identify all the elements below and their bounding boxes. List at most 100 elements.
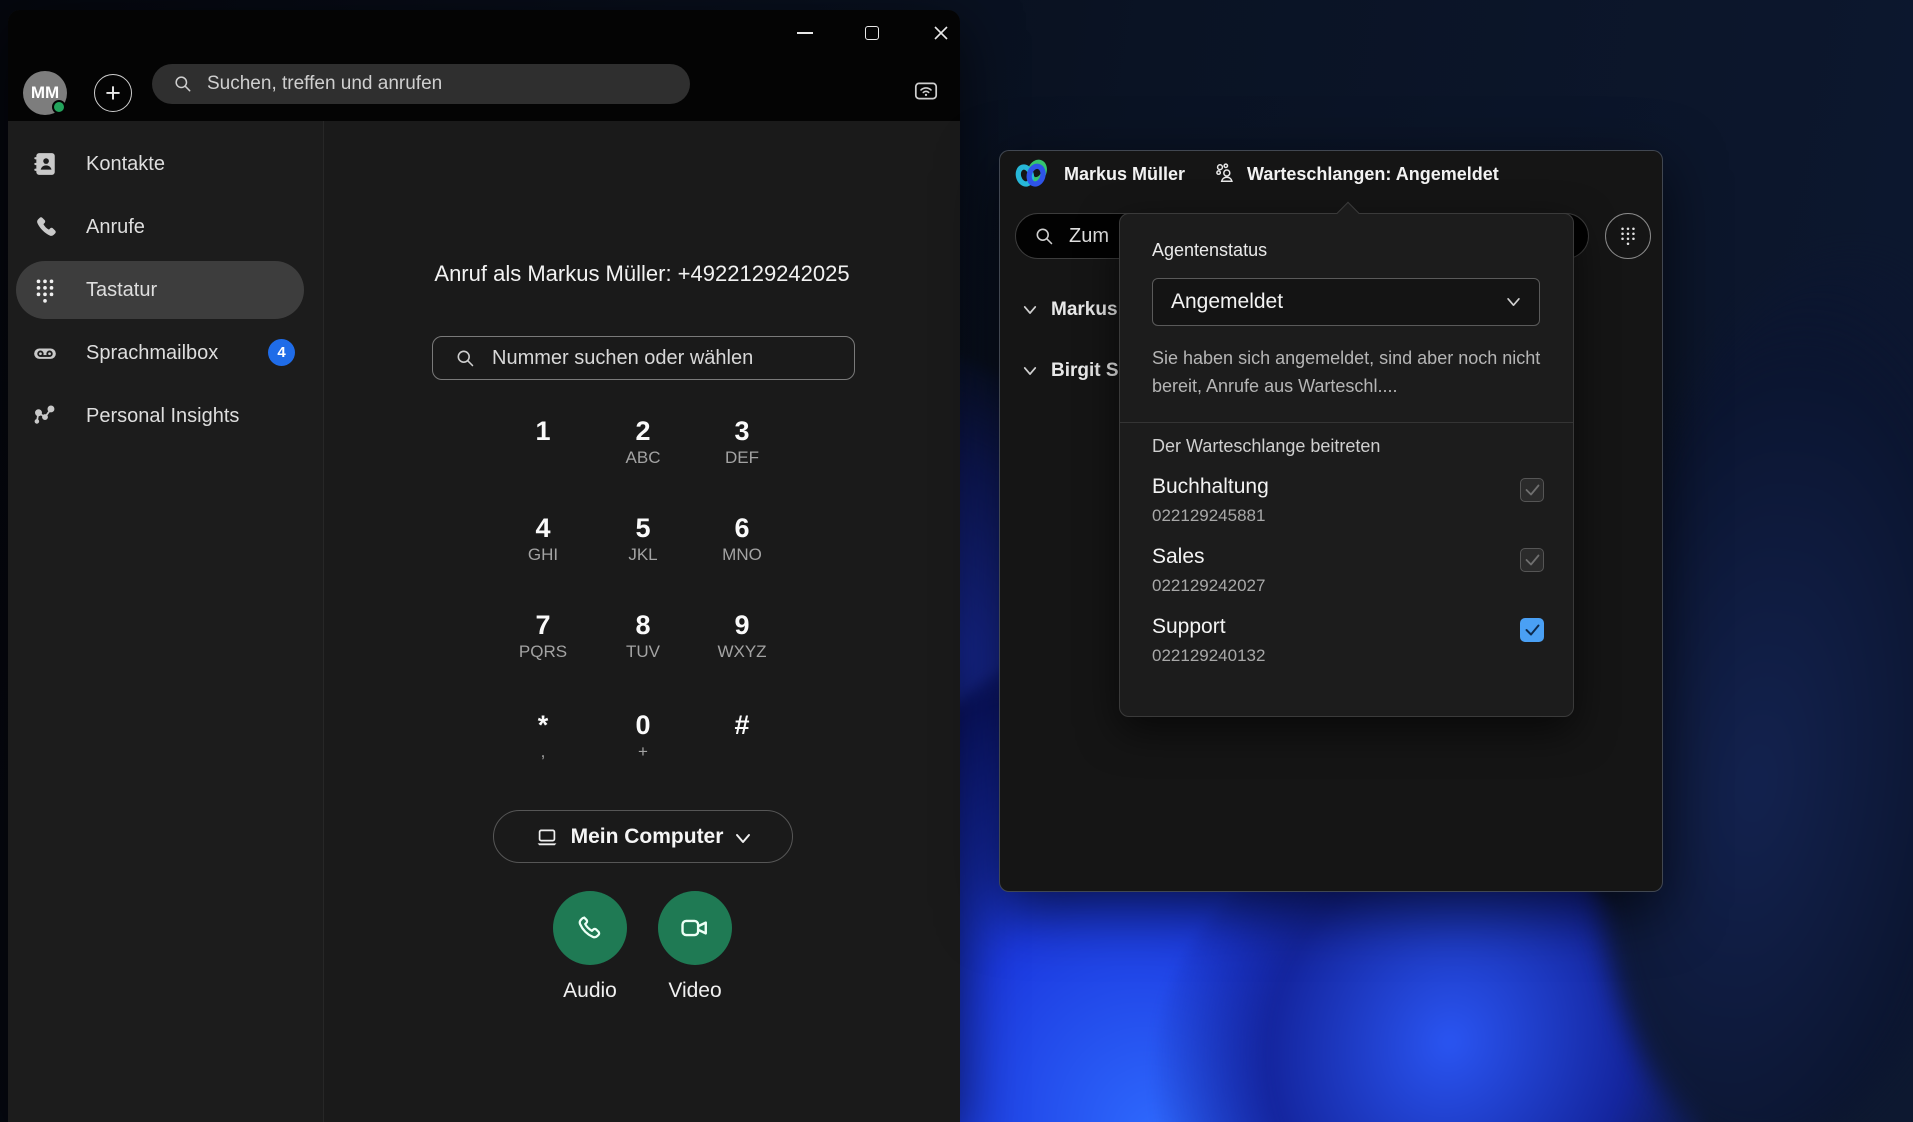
add-button[interactable]: + bbox=[94, 74, 132, 112]
key-digit: 4 bbox=[493, 513, 593, 543]
queue-window-header: Markus Müller Warteschlangen: Angemeldet bbox=[1000, 151, 1662, 197]
key-letters: ABC bbox=[593, 446, 693, 470]
key-digit: 0 bbox=[593, 710, 693, 740]
key-digit: 9 bbox=[692, 610, 792, 640]
key-letters: , bbox=[493, 740, 593, 764]
queue-checkbox[interactable] bbox=[1520, 478, 1544, 502]
dialpad-key-6[interactable]: 6MNO bbox=[692, 513, 792, 567]
sidebar-item-tastatur[interactable]: Tastatur bbox=[16, 261, 304, 319]
queue-name: Sales bbox=[1152, 544, 1544, 570]
agent-status-description: Sie haben sich angemeldet, sind aber noc… bbox=[1152, 344, 1544, 400]
queue-number: 022129240132 bbox=[1152, 644, 1544, 668]
dialpad-key-star[interactable]: *, bbox=[493, 710, 593, 764]
key-digit: * bbox=[493, 710, 593, 740]
sidebar-item-label: Sprachmailbox bbox=[86, 342, 218, 365]
chevron-down-icon bbox=[1023, 305, 1037, 315]
device-selector-button[interactable]: Mein Computer bbox=[493, 810, 793, 863]
key-letters: + bbox=[593, 740, 693, 764]
key-letters: DEF bbox=[692, 446, 792, 470]
global-search-placeholder: Suchen, treffen und anrufen bbox=[207, 73, 442, 95]
key-letters: WXYZ bbox=[692, 640, 792, 664]
key-letters bbox=[692, 740, 792, 764]
sidebar-item-label: Tastatur bbox=[86, 279, 157, 302]
popover-caret bbox=[1337, 202, 1360, 225]
key-letters: TUV bbox=[593, 640, 693, 664]
minimize-icon bbox=[797, 32, 813, 34]
dialpad-key-8[interactable]: 8TUV bbox=[593, 610, 693, 664]
handset-icon bbox=[573, 911, 607, 945]
sidebar: Kontakte Anrufe Tastatur Sprachmailbox bbox=[8, 121, 324, 1122]
check-icon bbox=[1525, 484, 1540, 496]
audio-button-label: Audio bbox=[553, 979, 627, 1003]
queue-checkbox[interactable] bbox=[1520, 548, 1544, 572]
device-selector-label: Mein Computer bbox=[571, 825, 724, 849]
global-search-input[interactable]: Suchen, treffen und anrufen bbox=[152, 64, 690, 104]
chevron-down-icon bbox=[1506, 297, 1521, 307]
dialpad-key-4[interactable]: 4GHI bbox=[493, 513, 593, 567]
search-icon bbox=[1034, 226, 1055, 247]
webex-logo bbox=[1014, 156, 1050, 192]
key-digit: 1 bbox=[493, 416, 593, 446]
contact-name: Markus bbox=[1051, 299, 1118, 321]
queue-status-button[interactable]: Warteschlangen: Angemeldet bbox=[1213, 162, 1499, 186]
queue-row-support: Support 022129240132 bbox=[1152, 614, 1544, 676]
queue-status-label: Warteschlangen: Angemeldet bbox=[1247, 164, 1499, 185]
sidebar-item-label: Personal Insights bbox=[86, 405, 239, 428]
key-letters: MNO bbox=[692, 543, 792, 567]
contact-name: Birgit S bbox=[1051, 360, 1119, 382]
close-button[interactable] bbox=[926, 22, 956, 44]
number-search-input[interactable]: Nummer suchen oder wählen bbox=[432, 336, 855, 380]
dialpad-key-5[interactable]: 5JKL bbox=[593, 513, 693, 567]
agent-status-select[interactable]: Angemeldet bbox=[1152, 278, 1540, 326]
search-icon bbox=[455, 348, 476, 369]
contacts-icon bbox=[32, 151, 58, 177]
dialpad-key-9[interactable]: 9WXYZ bbox=[692, 610, 792, 664]
key-letters: JKL bbox=[593, 543, 693, 567]
key-digit: 7 bbox=[493, 610, 593, 640]
dialpad-key-0[interactable]: 0+ bbox=[593, 710, 693, 764]
caller-id-line: Anruf als Markus Müller: +4922129242025 bbox=[324, 261, 960, 287]
screen: MM + Suchen, treffen und anrufen bbox=[0, 0, 1913, 1122]
video-button-label: Video bbox=[658, 979, 732, 1003]
close-icon bbox=[933, 25, 949, 41]
key-digit: # bbox=[692, 710, 792, 740]
maximize-icon bbox=[865, 26, 879, 40]
queue-number: 022129242027 bbox=[1152, 574, 1544, 598]
insights-icon bbox=[32, 403, 58, 429]
number-input-placeholder: Nummer suchen oder wählen bbox=[492, 347, 753, 370]
key-digit: 8 bbox=[593, 610, 693, 640]
video-camera-icon bbox=[678, 911, 712, 945]
dialpad-key-2[interactable]: 2ABC bbox=[593, 416, 693, 470]
dialpad-icon bbox=[32, 277, 58, 303]
dialpad-icon bbox=[1618, 225, 1638, 247]
dialpad-key-hash[interactable]: # bbox=[692, 710, 792, 764]
connect-to-device-button[interactable] bbox=[911, 78, 941, 108]
queue-checkbox[interactable] bbox=[1520, 618, 1544, 642]
queue-name: Buchhaltung bbox=[1152, 474, 1544, 500]
sidebar-item-anrufe[interactable]: Anrufe bbox=[16, 198, 304, 256]
maximize-button[interactable] bbox=[857, 22, 887, 44]
plus-icon: + bbox=[105, 80, 121, 107]
key-letters bbox=[493, 446, 593, 470]
phone-icon bbox=[32, 214, 58, 240]
presence-indicator bbox=[52, 100, 66, 114]
audio-call-button[interactable] bbox=[553, 891, 627, 965]
key-digit: 3 bbox=[692, 416, 792, 446]
dialpad-key-1[interactable]: 1 bbox=[493, 416, 593, 470]
titlebar: MM + Suchen, treffen und anrufen bbox=[8, 10, 960, 121]
key-digit: 2 bbox=[593, 416, 693, 446]
video-call-button[interactable] bbox=[658, 891, 732, 965]
sidebar-item-personal-insights[interactable]: Personal Insights bbox=[16, 387, 304, 445]
minimize-button[interactable] bbox=[790, 22, 820, 44]
sidebar-item-sprachmailbox[interactable]: Sprachmailbox 4 bbox=[16, 324, 304, 382]
agent-status-value: Angemeldet bbox=[1171, 290, 1283, 314]
dialpad-key-3[interactable]: 3DEF bbox=[692, 416, 792, 470]
sidebar-item-label: Kontakte bbox=[86, 153, 165, 176]
sidebar-item-kontakte[interactable]: Kontakte bbox=[16, 135, 304, 193]
dialpad-key-7[interactable]: 7PQRS bbox=[493, 610, 593, 664]
queue-search-text: Zum bbox=[1069, 225, 1109, 248]
dialpad-button[interactable] bbox=[1605, 213, 1651, 259]
chevron-down-icon bbox=[1023, 366, 1037, 376]
queue-number: 022129245881 bbox=[1152, 504, 1544, 528]
sidebar-item-label: Anrufe bbox=[86, 216, 145, 239]
